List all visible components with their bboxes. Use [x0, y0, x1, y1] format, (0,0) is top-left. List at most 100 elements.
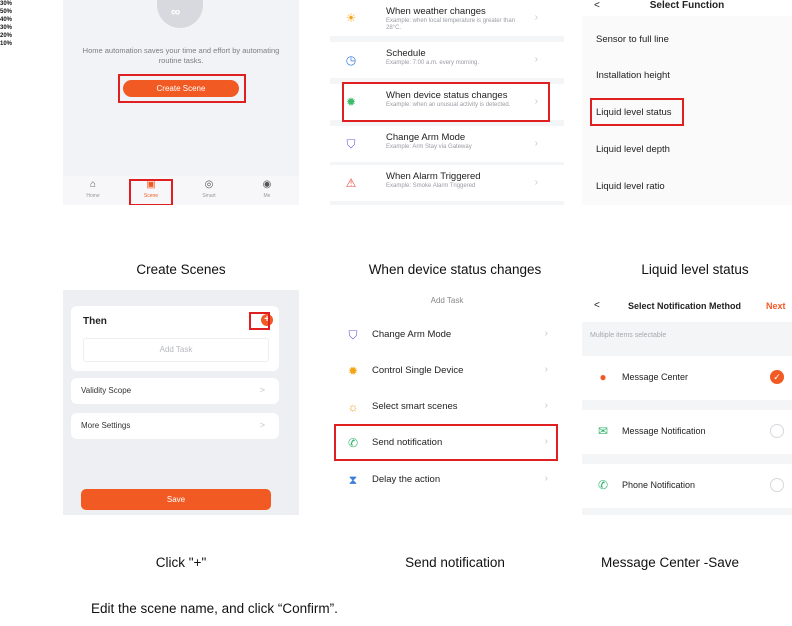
condition-title: When weather changes [386, 6, 486, 17]
message-center-icon: ● [599, 370, 607, 384]
chevron-right-icon: › [534, 177, 538, 188]
action-label: Change Arm Mode [372, 329, 452, 340]
function-item[interactable]: Sensor to full line [596, 34, 669, 45]
instruction-text: Edit the scene name, and click “Confirm”… [91, 601, 338, 616]
tab-label: Home [86, 193, 100, 199]
condition-title: Schedule [386, 48, 426, 59]
scene-home-screen: ∞ Home automation saves your time and ef… [63, 0, 299, 205]
sun-icon: ☀ [345, 11, 357, 25]
phone-icon: ✆ [597, 478, 609, 492]
condition-weather[interactable]: ☀ When weather changes Example: when loc… [330, 0, 564, 36]
scale-label: 50% [0, 9, 13, 15]
method-message-notification[interactable]: ✉ Message Notification [582, 410, 792, 454]
home-icon: ⌂ [89, 179, 97, 190]
chevron-right-icon: › [544, 364, 548, 375]
method-label: Message Notification [622, 426, 706, 436]
chevron-right-icon: > [259, 385, 265, 395]
tab-home[interactable]: ⌂ Home [73, 179, 113, 199]
checkbox-unchecked[interactable] [770, 424, 784, 438]
function-item[interactable]: Liquid level ratio [596, 181, 665, 192]
then-screen: Then + Add Task Validity Scope > More Se… [63, 290, 299, 515]
caption: Click "+" [155, 555, 207, 570]
caption: Send notification [405, 555, 505, 570]
condition-subtitle: Example: Arm Stay via Gateway [386, 144, 472, 150]
action-arm-mode[interactable]: ⛉ Change Arm Mode › [330, 317, 564, 353]
page-title: Select Notification Method [628, 301, 742, 311]
condition-arm-mode[interactable]: ⛉ Change Arm Mode Example: Arm Stay via … [330, 126, 564, 162]
scale-label: 40% [0, 17, 13, 23]
chevron-right-icon: > [259, 420, 265, 430]
chevron-right-icon: › [534, 12, 538, 23]
action-label: Control Single Device [372, 365, 464, 376]
select-function-screen: Select Function < Sensor to full line In… [582, 0, 792, 205]
back-icon[interactable]: < [594, 0, 600, 11]
alarm-icon: ⚠ [345, 176, 357, 190]
function-item[interactable]: Installation height [596, 70, 670, 81]
scale-label: 30% [0, 1, 13, 7]
save-button[interactable]: Save [81, 489, 271, 510]
cropped-percent-scale: 30% 50% 40% 30% 20% 10% [0, 0, 14, 48]
condition-alarm[interactable]: ⚠ When Alarm Triggered Example: Smoke Al… [330, 165, 564, 201]
caption: Message Center -Save [600, 555, 740, 570]
condition-subtitle: Example: 7:00 a.m. every morning. [386, 60, 480, 66]
action-delay[interactable]: ⧗ Delay the action › [330, 462, 564, 498]
caption: Liquid level status [641, 262, 749, 277]
shield-icon: ⛉ [348, 328, 358, 342]
page-title: Add Task [430, 296, 464, 305]
row-label: Validity Scope [81, 386, 132, 395]
action-control-device[interactable]: ✹ Control Single Device › [330, 353, 564, 389]
condition-schedule[interactable]: ◷ Schedule Example: 7:00 a.m. every morn… [330, 42, 564, 78]
more-settings-row[interactable]: More Settings > [71, 413, 279, 439]
condition-subtitle: Example: Smoke Alarm Triggered [386, 183, 476, 189]
validity-scope-row[interactable]: Validity Scope > [71, 378, 279, 404]
method-message-center[interactable]: ● Message Center ✓ [582, 356, 792, 400]
highlight-box [129, 179, 173, 205]
checkbox-checked[interactable]: ✓ [770, 370, 784, 384]
smart-icon: ◎ [204, 179, 214, 190]
caption: When device status changes [368, 262, 542, 277]
hourglass-icon: ⧗ [348, 473, 358, 487]
header: Select Function < [582, 0, 792, 16]
chevron-right-icon: › [544, 328, 548, 339]
device-icon: ✹ [347, 364, 359, 378]
chevron-right-icon: › [544, 400, 548, 411]
action-smart-scenes[interactable]: ☼ Select smart scenes › [330, 389, 564, 425]
envelope-icon: ✉ [597, 424, 609, 438]
header: < Select Notification Method Next [582, 290, 792, 322]
scale-label: 20% [0, 33, 13, 39]
bottom-tab-bar: ⌂ Home ▣ Scene ◎ Smart ◉ Me [63, 176, 299, 205]
profile-icon: ◉ [262, 179, 272, 190]
infinity-icon: ∞ [171, 4, 181, 19]
tab-me[interactable]: ◉ Me [247, 179, 287, 199]
next-button[interactable]: Next [766, 301, 786, 311]
shield-icon: ⛉ [346, 137, 356, 151]
highlight-box [334, 424, 558, 461]
clock-icon: ◷ [345, 53, 357, 67]
chevron-right-icon: › [534, 54, 538, 65]
highlight-box [249, 312, 270, 330]
notification-method-screen: < Select Notification Method Next Multip… [582, 290, 792, 515]
add-task-screen: Add Task ⛉ Change Arm Mode › ✹ Control S… [330, 290, 564, 515]
condition-subtitle: Example: when local temperature is great… [386, 18, 516, 31]
add-task-button[interactable]: Add Task [83, 338, 269, 362]
back-icon[interactable]: < [594, 300, 600, 311]
hint-text: Multiple items selectable [590, 332, 667, 339]
tab-smart[interactable]: ◎ Smart [189, 179, 229, 199]
action-label: Select smart scenes [372, 401, 458, 412]
checkbox-unchecked[interactable] [770, 478, 784, 492]
page-title: Select Function [649, 0, 725, 11]
highlight-box [590, 98, 684, 126]
caption: Create Scenes [136, 262, 226, 277]
row-label: More Settings [81, 421, 131, 430]
highlight-box [342, 82, 550, 122]
action-label: Delay the action [372, 474, 441, 485]
scene-logo: ∞ [157, 0, 203, 28]
function-item[interactable]: Liquid level depth [596, 144, 670, 155]
highlight-box [118, 74, 246, 103]
then-title: Then [83, 316, 107, 327]
sunrise-icon: ☼ [347, 400, 359, 414]
tab-label: Me [263, 193, 271, 199]
scale-label: 30% [0, 25, 13, 31]
method-phone-notification[interactable]: ✆ Phone Notification [582, 464, 792, 508]
intro-text: Home automation saves your time and effo… [82, 46, 280, 65]
